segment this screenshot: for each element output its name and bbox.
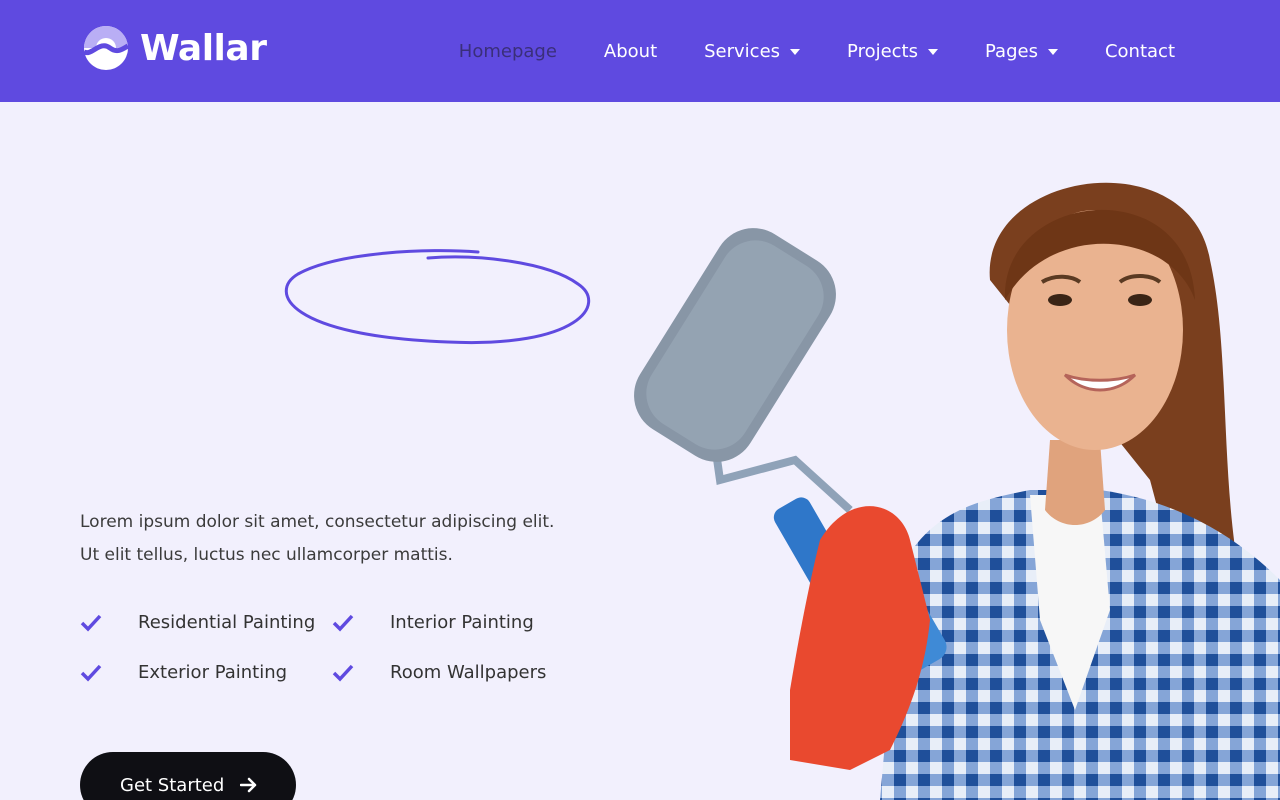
feature-item: Room Wallpapers bbox=[332, 662, 546, 683]
site-header: Wallar Homepage About Services Projects … bbox=[0, 0, 1280, 102]
chevron-down-icon bbox=[928, 49, 938, 55]
feature-label: Room Wallpapers bbox=[390, 662, 547, 683]
nav-item-homepage[interactable]: Homepage bbox=[459, 41, 557, 62]
feature-item: Exterior Painting bbox=[80, 662, 287, 683]
hero-description: Lorem ipsum dolor sit amet, consectetur … bbox=[80, 506, 620, 572]
main-nav: Homepage About Services Projects Pages C… bbox=[412, 0, 1175, 102]
nav-item-label: Contact bbox=[1104, 40, 1175, 62]
feature-label: Exterior Painting bbox=[138, 662, 288, 683]
feature-item: Interior Painting bbox=[332, 612, 534, 633]
logo[interactable]: Wallar bbox=[80, 26, 267, 70]
nav-item-label: About bbox=[603, 40, 658, 62]
check-icon bbox=[332, 664, 372, 682]
highlight-scribble bbox=[284, 249, 590, 345]
hero-description-line: Ut elit tellus, luctus nec ullamcorper m… bbox=[80, 545, 453, 565]
nav-item-projects[interactable]: Projects bbox=[847, 41, 938, 62]
cta-label: Get Started bbox=[120, 774, 225, 796]
nav-item-label: Services bbox=[704, 40, 781, 62]
check-icon bbox=[80, 664, 120, 682]
get-started-button[interactable]: Get Started bbox=[80, 752, 296, 800]
check-icon bbox=[332, 614, 372, 632]
feature-label: Residential Painting bbox=[138, 612, 316, 633]
check-icon bbox=[80, 614, 120, 632]
nav-item-pages[interactable]: Pages bbox=[985, 41, 1058, 62]
hero-description-line: Lorem ipsum dolor sit amet, consectetur … bbox=[80, 512, 555, 532]
nav-item-label: Pages bbox=[985, 40, 1038, 62]
logo-icon bbox=[82, 26, 130, 70]
chevron-down-icon bbox=[790, 49, 801, 55]
nav-item-services[interactable]: Services bbox=[704, 40, 801, 62]
feature-label: Interior Painting bbox=[390, 612, 534, 633]
nav-item-label: Projects bbox=[847, 40, 918, 62]
hero-illustration bbox=[634, 182, 1280, 800]
feature-item: Residential Painting bbox=[80, 612, 315, 633]
nav-item-about[interactable]: About bbox=[604, 41, 657, 62]
nav-item-contact[interactable]: Contact bbox=[1105, 41, 1175, 62]
chevron-down-icon bbox=[1047, 49, 1058, 55]
arrow-right-icon bbox=[240, 777, 257, 793]
nav-item-label: Homepage bbox=[458, 40, 557, 62]
brand-name: Wallar bbox=[140, 27, 267, 69]
